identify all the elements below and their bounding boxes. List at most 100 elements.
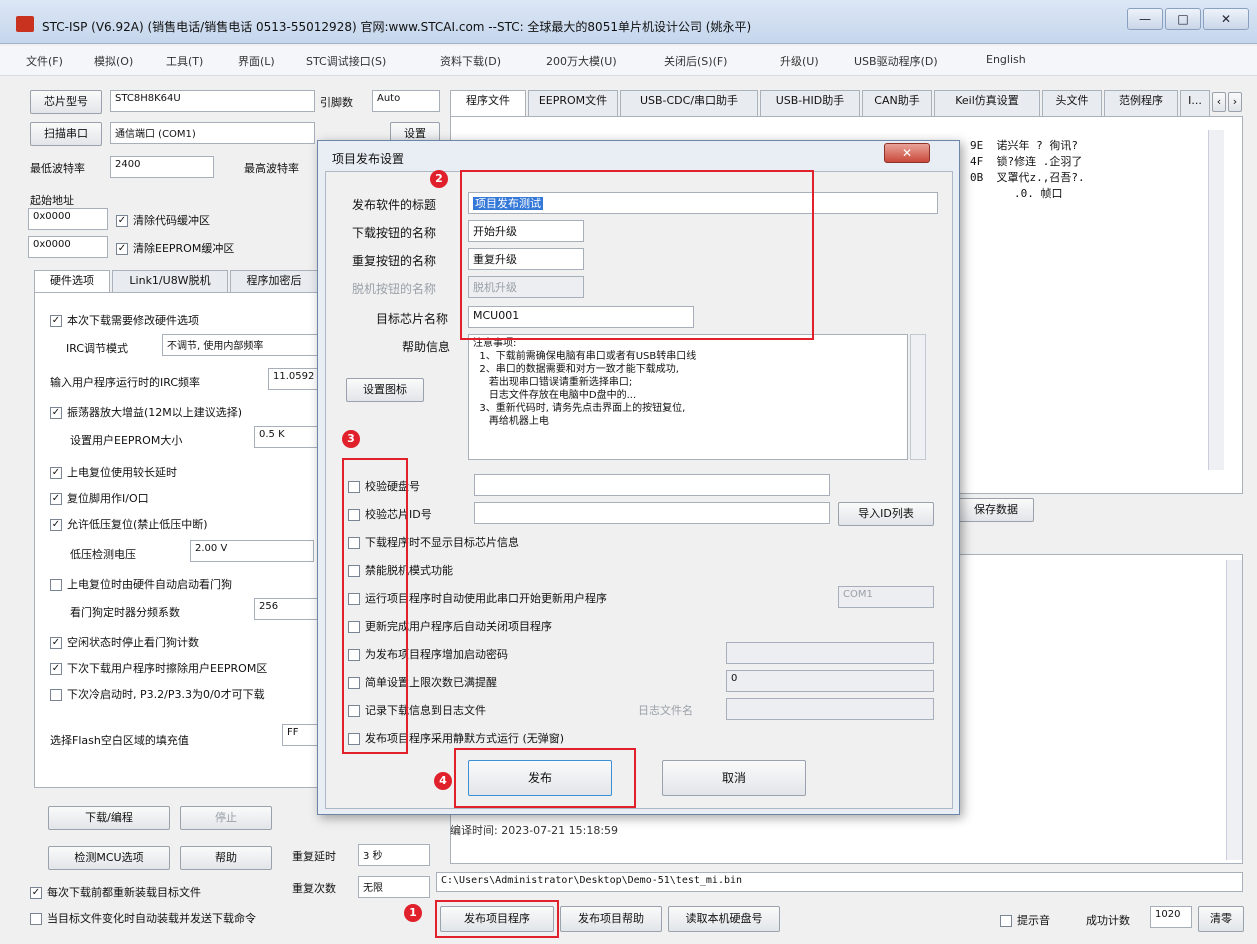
menu-models[interactable]: 200万大模(U) [546,53,617,69]
tab-encryption[interactable]: 程序加密后 [230,270,318,292]
min-baud-select[interactable]: 2400 [110,156,214,178]
success-count-value: 1020 [1150,906,1192,928]
check-mcu-button[interactable]: 检测MCU选项 [48,846,170,870]
help-info-textarea[interactable]: 注意事项: 1、下载前需确保电脑有串口或者有USB转串口线 2、串口的数据需要和… [468,334,908,460]
retry-count-select[interactable]: 无限 [358,876,430,898]
publish-help-button[interactable]: 发布项目帮助 [560,906,662,932]
start-address-label: 起始地址 [30,194,74,207]
tab-program-file[interactable]: 程序文件 [450,90,526,116]
menu-close[interactable]: 关闭后(S)(F) [664,53,727,69]
menu-downloads[interactable]: 资料下载(D) [440,53,501,69]
reset-pin-io-checkbox[interactable]: ✓ 复位脚用作I/O口 [50,490,149,506]
idle-stop-wdt-checkbox[interactable]: ✓ 空闲状态时停止看门狗计数 [50,634,199,650]
menu-interface[interactable]: 界面(L) [238,53,275,69]
title-bar: STC-ISP (V6.92A) (销售电话/销售电话 0513-5501292… [0,0,1257,44]
cancel-button[interactable]: 取消 [662,760,806,796]
retry-delay-select[interactable]: 3 秒 [358,844,430,866]
eeprom-size-select[interactable]: 0.5 K [254,426,318,448]
option-label: 空闲状态时停止看门狗计数 [67,636,199,649]
tip-sound-checkbox[interactable]: 提示音 [1000,912,1050,928]
tab-examples[interactable]: 范例程序 [1104,90,1178,116]
maximize-button[interactable]: □ [1165,8,1201,30]
close-window-button[interactable]: ✕ [1203,8,1249,30]
pins-select[interactable]: Auto [372,90,440,112]
modify-hw-options-checkbox[interactable]: ✓ 本次下载需要修改硬件选项 [50,312,199,328]
chip-model-select[interactable]: STC8H8K64U [110,90,315,112]
log-line: 编译时间: 2023-07-21 15:18:59 [450,824,619,837]
import-id-list-button[interactable]: 导入ID列表 [838,502,934,526]
read-disk-serial-button[interactable]: 读取本机硬盘号 [668,906,780,932]
menu-simulate[interactable]: 模拟(O) [94,53,133,69]
hex-scrollbar[interactable] [1208,130,1224,470]
password-input[interactable] [726,642,934,664]
eeprom-start-address-input[interactable]: 0x0000 [28,236,108,258]
scan-port-button[interactable]: 扫描串口 [30,122,102,146]
stop-button[interactable]: 停止 [180,806,272,830]
clear-count-button[interactable]: 清零 [1198,906,1244,932]
tab-usb-hid[interactable]: USB-HID助手 [760,90,860,116]
menu-english[interactable]: English [986,53,1026,66]
tab-scroll-right-icon[interactable]: › [1228,92,1242,112]
tab-header-file[interactable]: 头文件 [1042,90,1102,116]
menu-tools[interactable]: 工具(T) [166,53,203,69]
clear-eeprom-buffer-checkbox[interactable]: ✓ 清除EEPROM缓冲区 [116,240,234,256]
tab-keil-debug[interactable]: Keil仿真设置 [934,90,1040,116]
option-label: 允许低压复位(禁止低压中断) [67,518,208,531]
clear-eeprom-label: 清除EEPROM缓冲区 [133,242,235,255]
wdt-auto-start-checkbox[interactable]: 上电复位时由硬件自动启动看门狗 [50,576,232,592]
long-reset-delay-checkbox[interactable]: ✓ 上电复位使用较长延时 [50,464,177,480]
log-scrollbar[interactable] [1226,560,1242,860]
help-info-label: 帮助信息 [402,340,451,354]
save-data-button[interactable]: 保存数据 [958,498,1034,522]
menu-usb-driver[interactable]: USB驱动程序(D) [854,53,938,69]
irc-freq-input[interactable]: 11.0592 [268,368,324,390]
disk-serial-input[interactable] [474,474,830,496]
set-icon-button[interactable]: 设置图标 [346,378,424,402]
option-label: 当目标文件变化时自动装载并发送下载命令 [47,912,256,925]
tab-scroll-left-icon[interactable]: ‹ [1212,92,1226,112]
tab-eeprom-file[interactable]: EEPROM文件 [528,90,618,116]
irc-mode-select[interactable]: 不调节, 使用内部频率 [162,334,322,356]
dialog-close-button[interactable]: ✕ [884,143,930,163]
menu-upgrade[interactable]: 升级(U) [780,53,819,69]
com-port-select[interactable]: COM1 [838,586,934,608]
flash-fill-select[interactable]: FF [282,724,320,746]
port-select[interactable]: 通信端口 (COM1) [110,122,315,144]
minimize-button[interactable]: — [1127,8,1163,30]
hex-addr: 9E [970,139,984,152]
menu-stc-debug[interactable]: STC调试接口(S) [306,53,386,69]
tab-link1-offline[interactable]: Link1/U8W脱机 [112,270,228,292]
clear-code-buffer-checkbox[interactable]: ✓ 清除代码缓冲区 [116,212,210,228]
osc-gain-checkbox[interactable]: ✓ 振荡器放大增益(12M以上建议选择) [50,404,242,420]
retry-delay-label: 重复延时 [292,850,336,863]
dialog-title: 项目发布设置 [332,152,405,166]
tab-hardware-options[interactable]: 硬件选项 [34,270,110,292]
option-label: 下次下载用户程序时擦除用户EEPROM区 [67,662,268,675]
help-button[interactable]: 帮助 [180,846,272,870]
checkbox-box: ✓ [50,493,62,505]
download-program-button[interactable]: 下载/编程 [48,806,170,830]
log-file-name-input[interactable] [726,698,934,720]
tab-can[interactable]: CAN助手 [862,90,932,116]
erase-eeprom-checkbox[interactable]: ✓ 下次下载用户程序时擦除用户EEPROM区 [50,660,322,676]
menu-file[interactable]: 文件(F) [26,53,63,69]
low-voltage-select[interactable]: 2.00 V [190,540,314,562]
chip-id-input[interactable] [474,502,830,524]
offline-btn-name-label: 脱机按钮的名称 [352,282,437,296]
reload-each-download-checkbox[interactable]: ✓ 每次下载前都重新装载目标文件 [30,884,201,900]
checkbox-box: ✓ [50,519,62,531]
dialog-body: 发布软件的标题 项目发布测试 下载按钮的名称 开始升级 重复按钮的名称 重复升级… [325,170,953,809]
wdt-prescaler-select[interactable]: 256 [254,598,318,620]
cold-boot-p32-checkbox[interactable]: 下次冷启动时, P3.2/P3.3为0/0才可下载 [50,686,322,702]
log-file-name-label: 日志文件名 [638,704,693,717]
irc-mode-label: IRC调节模式 [66,342,129,355]
low-voltage-reset-checkbox[interactable]: ✓ 允许低压复位(禁止低压中断) [50,516,208,532]
help-info-scrollbar[interactable] [910,334,926,460]
checkbox-box: ✓ [50,407,62,419]
auto-send-on-change-checkbox[interactable]: 当目标文件变化时自动装载并发送下载命令 [30,910,256,926]
tab-more[interactable]: I... [1180,90,1210,116]
project-publish-dialog: 项目发布设置 ✕ 发布软件的标题 项目发布测试 下载按钮的名称 开始升级 重复按… [317,140,960,815]
tab-usb-cdc-serial[interactable]: USB-CDC/串口助手 [620,90,758,116]
limit-count-input[interactable]: 0 [726,670,934,692]
code-start-address-input[interactable]: 0x0000 [28,208,108,230]
